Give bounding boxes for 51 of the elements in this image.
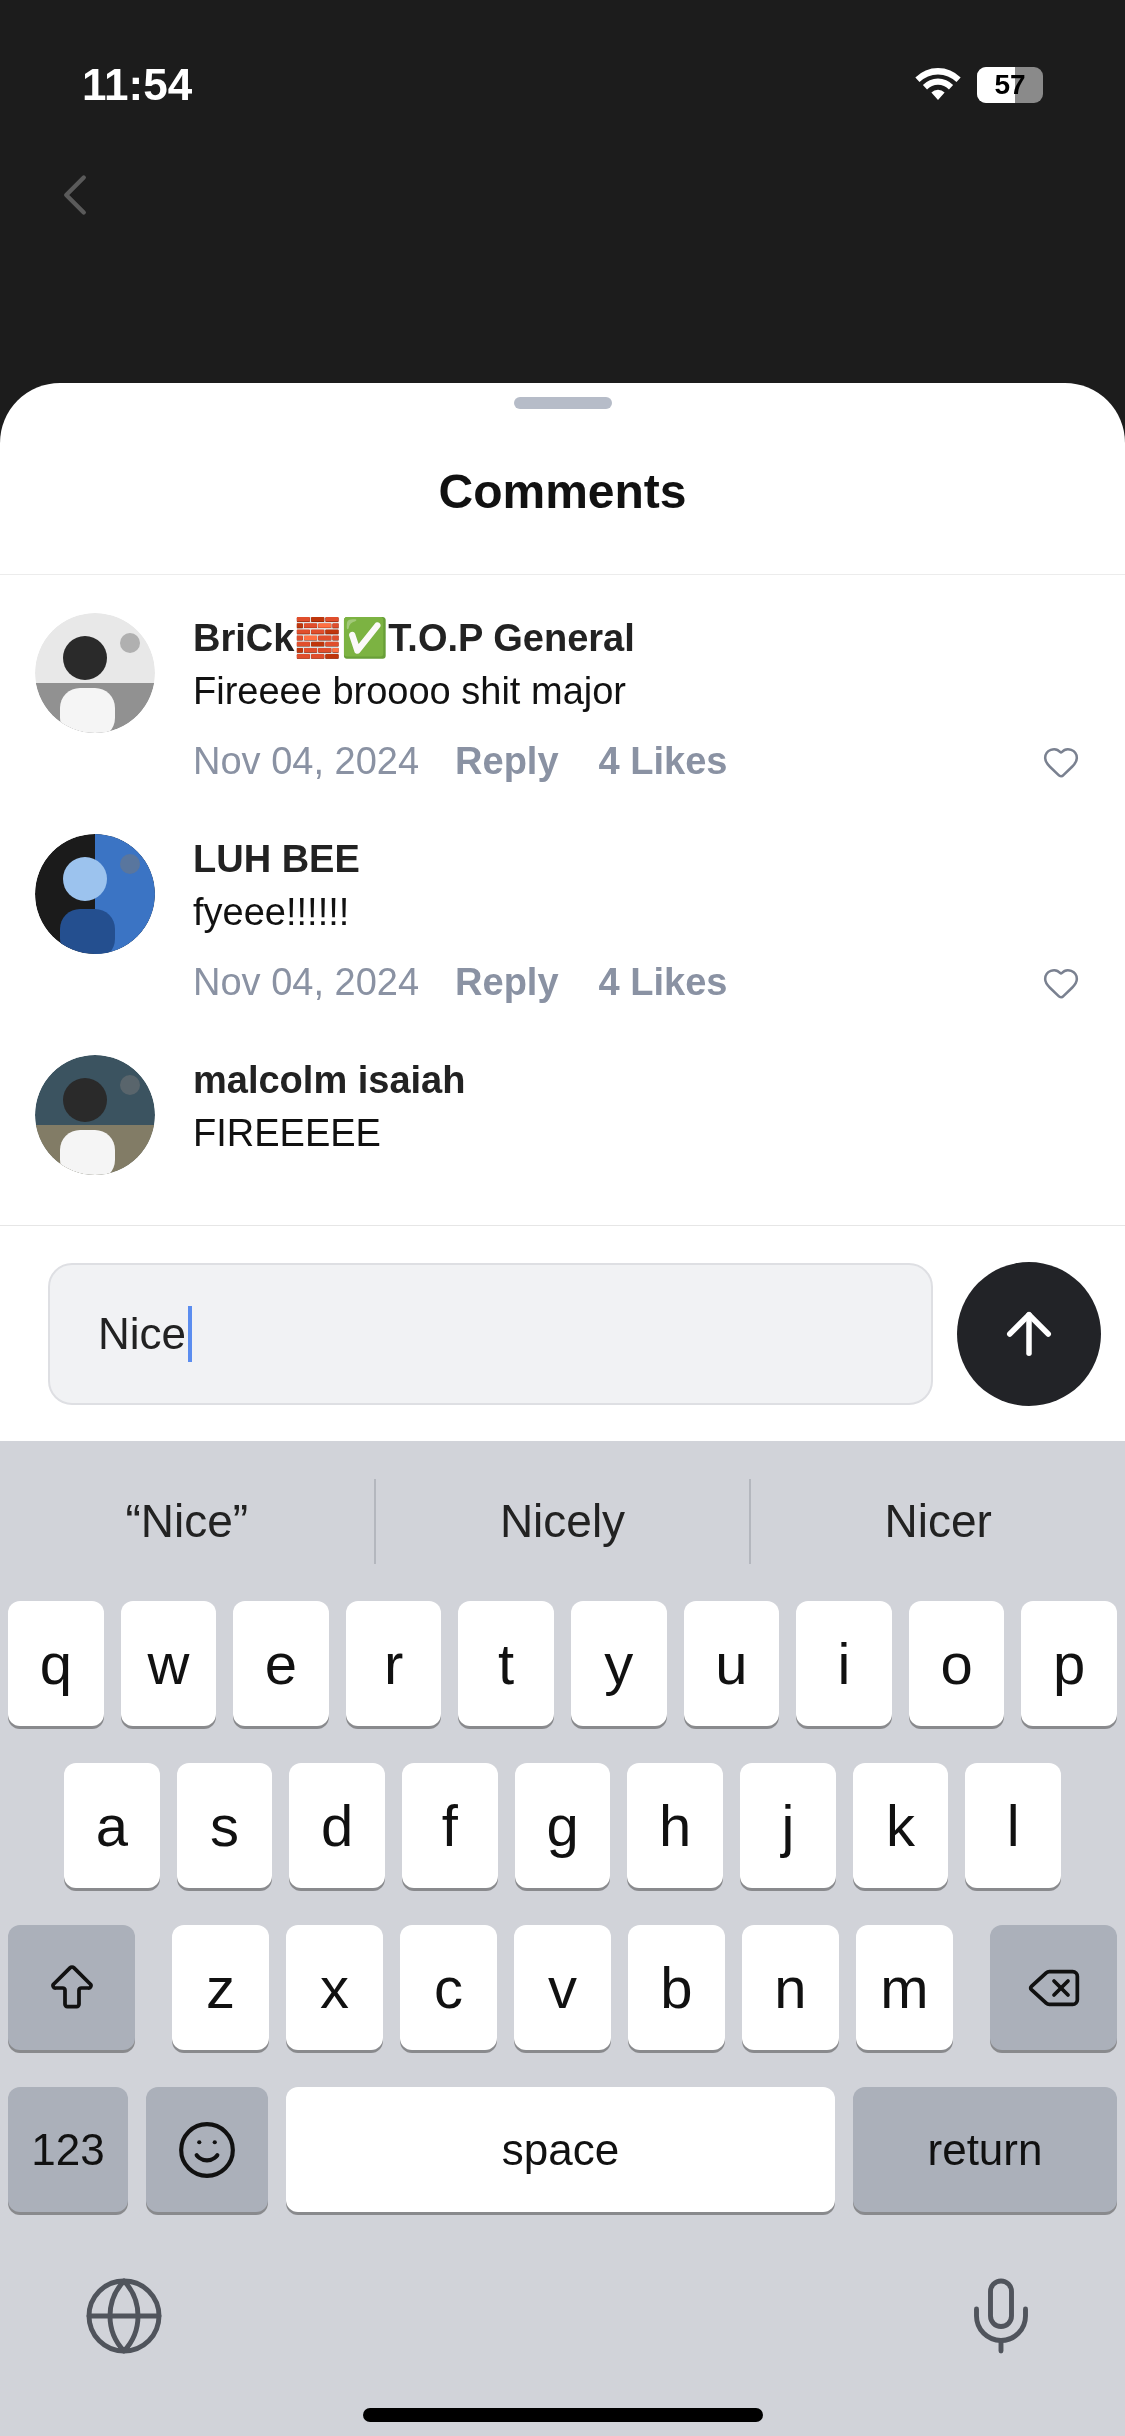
wifi-icon <box>915 68 961 102</box>
comment-text: FIREEEEE <box>193 1111 382 1156</box>
shift-key[interactable] <box>8 1925 135 2050</box>
keyboard-key[interactable]: f <box>402 1763 498 1888</box>
suggestion[interactable]: Nicely <box>499 1478 626 1564</box>
comment-date: Nov 04, 2024 <box>193 960 420 1005</box>
keyboard-key[interactable]: b <box>628 1925 725 2050</box>
keyboard-key[interactable]: r <box>345 1601 442 1726</box>
keyboard-key[interactable]: q <box>8 1601 104 1726</box>
keyboard-key[interactable]: p <box>1021 1601 1117 1726</box>
keyboard-key[interactable]: x <box>286 1925 383 2050</box>
keyboard-key[interactable]: g <box>514 1763 611 1888</box>
keyboard-key[interactable]: z <box>172 1925 269 2050</box>
comment-author[interactable]: LUH BEE <box>193 834 1090 884</box>
keyboard-key[interactable]: o <box>908 1601 1005 1726</box>
keyboard-key[interactable]: d <box>289 1763 385 1888</box>
likes-count: 4 Likes <box>598 739 728 784</box>
keyboard-key[interactable]: v <box>514 1925 611 2050</box>
keyboard-key[interactable]: c <box>400 1925 497 2050</box>
keyboard-key[interactable]: t <box>458 1601 554 1726</box>
comment-date: Nov 04, 2024 <box>193 739 420 784</box>
comment-author[interactable]: malcolm isaiah <box>193 1055 1090 1105</box>
comment-author[interactable]: BriCk🧱✅T.O.P General <box>193 613 1090 663</box>
suggestion[interactable]: “Nice” <box>125 1478 249 1564</box>
drag-handle[interactable] <box>513 397 612 409</box>
keyboard-key[interactable]: e <box>233 1601 329 1726</box>
keyboard-key[interactable]: u <box>683 1601 780 1726</box>
space-key[interactable]: space <box>286 2087 835 2212</box>
status-time: 11:54 <box>82 59 193 111</box>
keyboard-key[interactable]: l <box>965 1763 1062 1888</box>
return-key[interactable]: return <box>853 2087 1117 2212</box>
numbers-key[interactable]: 123 <box>8 2087 128 2212</box>
comment-text: Fireeee broooo shit major <box>193 669 627 714</box>
suggestion[interactable]: Nicer <box>884 1478 992 1564</box>
battery-icon: 57 <box>977 67 1043 103</box>
keyboard-key[interactable]: i <box>796 1601 892 1726</box>
delete-key[interactable] <box>990 1925 1117 2050</box>
emoji-key[interactable] <box>146 2087 268 2212</box>
keyboard-key[interactable]: n <box>742 1925 839 2050</box>
comment-text: fyeee!!!!!! <box>193 890 351 935</box>
keyboard-key[interactable]: j <box>740 1763 836 1888</box>
keyboard-key[interactable]: m <box>856 1925 953 2050</box>
keyboard-key[interactable]: a <box>64 1763 160 1888</box>
keyboard-key[interactable]: w <box>120 1601 217 1726</box>
likes-count: 4 Likes <box>598 960 728 1005</box>
comment-input[interactable]: Nice <box>48 1262 933 1405</box>
keyboard-key[interactable]: k <box>852 1763 949 1888</box>
sheet-title: Comments <box>438 463 687 520</box>
keyboard-key[interactable]: h <box>627 1763 724 1888</box>
keyboard-key[interactable]: s <box>176 1763 273 1888</box>
keyboard-key[interactable]: y <box>570 1601 667 1726</box>
